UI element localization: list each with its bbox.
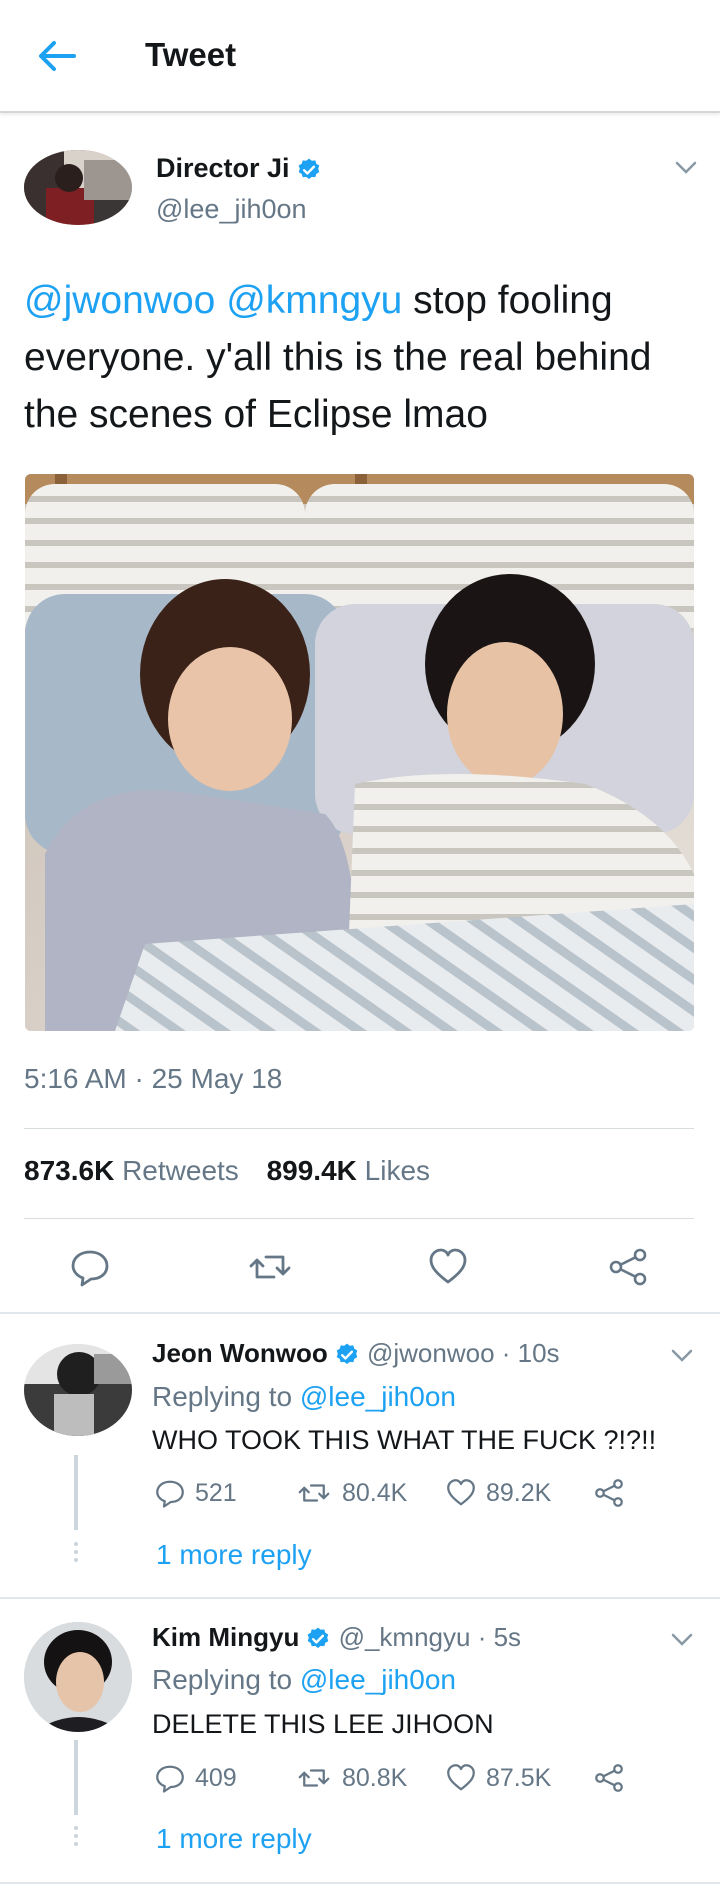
- replying-to-link[interactable]: @lee_jih0on: [300, 1381, 456, 1412]
- divider: [24, 1128, 694, 1129]
- tweet-timestamp: 5:16 AM · 25 May 18: [24, 1063, 283, 1094]
- retweet-count: 80.8K: [342, 1763, 408, 1792]
- verified-badge-icon: [298, 158, 319, 179]
- reply-icon: [156, 1480, 184, 1508]
- retweet-button[interactable]: 80.4K: [296, 1478, 407, 1508]
- share-icon[interactable]: [594, 1763, 634, 1793]
- reply-text: DELETE THIS LEE JIHOON: [152, 1709, 494, 1739]
- reply-button[interactable]: 521: [155, 1478, 237, 1508]
- back-arrow-icon[interactable]: [34, 36, 78, 76]
- thread-line: [74, 1740, 78, 1815]
- like-count[interactable]: 899.4K: [267, 1155, 357, 1186]
- thread-dots: [74, 1826, 78, 1850]
- like-count: 89.2K: [486, 1478, 552, 1507]
- reply-handle-time[interactable]: @jwonwoo · 10s: [367, 1338, 560, 1368]
- reply-icon: [156, 1765, 184, 1793]
- retweet-icon: [298, 1769, 330, 1787]
- chevron-down-icon[interactable]: [670, 1632, 694, 1648]
- chevron-down-icon[interactable]: [674, 160, 698, 176]
- page-title: Tweet: [145, 36, 237, 73]
- reply-handle-time[interactable]: @_kmngyu · 5s: [339, 1622, 521, 1652]
- author-name[interactable]: Director Ji: [156, 153, 322, 184]
- like-label[interactable]: Likes: [365, 1155, 430, 1186]
- retweet-count[interactable]: 873.6K: [24, 1155, 114, 1186]
- tweet-text: @jwonwoo @kmngyu stop fooling everyone. …: [24, 272, 704, 443]
- more-replies-link[interactable]: 1 more reply: [156, 1539, 312, 1571]
- reply-author-name[interactable]: Kim Mingyu: [152, 1622, 299, 1652]
- share-icon[interactable]: [594, 1478, 634, 1508]
- mention-link[interactable]: @kmngyu: [226, 279, 402, 322]
- heart-icon: [447, 1479, 475, 1506]
- replying-prefix: Replying to: [152, 1664, 300, 1695]
- share-icon[interactable]: [608, 1247, 648, 1287]
- verified-badge-icon: [308, 1627, 329, 1649]
- retweet-icon: [298, 1484, 330, 1502]
- like-button[interactable]: 89.2K: [446, 1478, 551, 1508]
- retweet-label[interactable]: Retweets: [122, 1155, 239, 1186]
- section-divider: [0, 1597, 720, 1599]
- tweet-stats: 873.6K Retweets 899.4K Likes: [24, 1155, 450, 1187]
- section-divider: [0, 1882, 720, 1884]
- chevron-down-icon[interactable]: [670, 1348, 694, 1364]
- tweet-photo[interactable]: [25, 474, 694, 1031]
- replying-to-link[interactable]: @lee_jih0on: [300, 1664, 456, 1695]
- reply-avatar[interactable]: [24, 1344, 132, 1436]
- replying-to: Replying to @lee_jih0on: [152, 1381, 456, 1413]
- mention-link[interactable]: @jwonwoo: [24, 279, 215, 322]
- like-button[interactable]: 87.5K: [446, 1763, 551, 1793]
- retweet-icon[interactable]: [248, 1247, 291, 1287]
- reply-count: 521: [195, 1478, 237, 1507]
- heart-icon[interactable]: [428, 1247, 468, 1287]
- reply-avatar[interactable]: [24, 1622, 132, 1732]
- replying-prefix: Replying to: [152, 1381, 300, 1412]
- reply-author[interactable]: Jeon Wonwoo @jwonwoo · 10s: [152, 1338, 560, 1369]
- reply-author-name[interactable]: Jeon Wonwoo: [152, 1338, 328, 1368]
- verified-badge-icon: [336, 1343, 358, 1365]
- top-bar: Tweet: [0, 0, 720, 113]
- thread-dots: [74, 1542, 78, 1566]
- reply-icon[interactable]: [70, 1247, 110, 1287]
- retweet-button[interactable]: 80.8K: [296, 1763, 407, 1793]
- reply-author[interactable]: Kim Mingyu @_kmngyu · 5s: [152, 1622, 521, 1653]
- author-handle[interactable]: @lee_jih0on: [156, 194, 307, 225]
- divider: [24, 1218, 694, 1219]
- section-divider: [0, 1312, 720, 1314]
- retweet-count: 80.4K: [342, 1478, 408, 1507]
- reply-count: 409: [195, 1763, 237, 1792]
- heart-icon: [447, 1764, 475, 1791]
- thread-line: [74, 1455, 78, 1530]
- reply-text: WHO TOOK THIS WHAT THE FUCK ?!?!!: [152, 1425, 657, 1455]
- more-replies-link[interactable]: 1 more reply: [156, 1823, 312, 1855]
- author-avatar[interactable]: [24, 150, 132, 225]
- replying-to: Replying to @lee_jih0on: [152, 1664, 456, 1696]
- reply-button[interactable]: 409: [155, 1763, 237, 1793]
- like-count: 87.5K: [486, 1763, 552, 1792]
- author-name-text[interactable]: Director Ji: [156, 153, 290, 183]
